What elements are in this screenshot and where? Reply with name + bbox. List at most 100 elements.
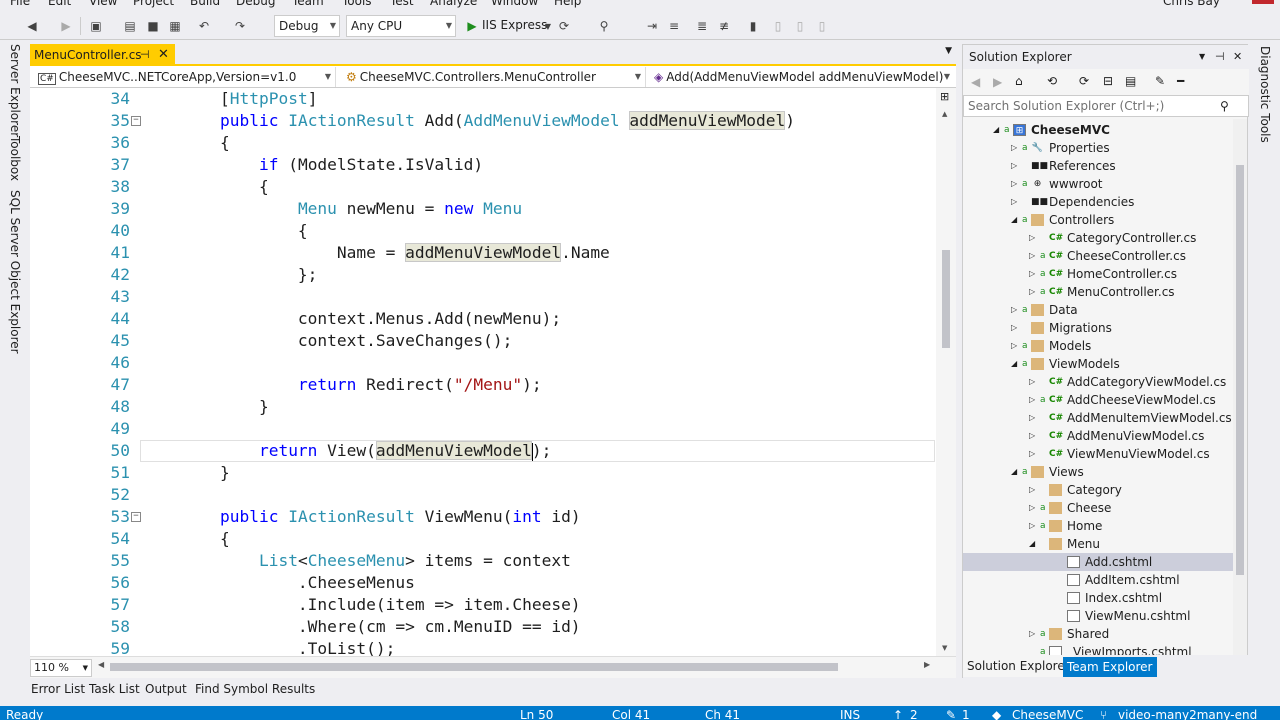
new-project-icon[interactable]: ▣ [88,18,104,34]
pin-icon[interactable]: ⊣ [1215,45,1225,69]
solution-explorer-scroll-thumb[interactable] [1236,165,1244,575]
find-icon[interactable]: ⚲ [596,18,612,34]
editor-horizontal-scroll-thumb[interactable] [110,663,838,671]
expand-arrow-icon[interactable]: ▷ [1011,175,1017,193]
user-name[interactable]: Chris Bay [1163,0,1220,8]
code-line[interactable]: 51 } [30,462,936,484]
save-all-icon[interactable]: ▦ [167,18,183,34]
expand-arrow-icon[interactable]: ▷ [1029,391,1035,409]
expand-arrow-icon[interactable]: ▷ [1011,157,1017,175]
project-context-select[interactable]: C# CheeseMVC..NETCoreApp,Version=v1.0 ▼ [34,67,336,87]
show-all-files-icon[interactable]: ▤ [1125,74,1136,88]
menu-help[interactable]: Help [554,0,581,8]
refresh-icon[interactable]: ⟳ [1079,74,1089,88]
home-icon[interactable]: ⌂ [1015,74,1023,88]
tree-item[interactable]: ▷ a C# HomeController.cs [963,265,1233,283]
tree-item[interactable]: ▷ a Cheese [963,499,1233,517]
forward-icon[interactable]: ▶ [993,75,1002,89]
tab-output[interactable]: Output [145,682,187,696]
tree-item[interactable]: ▷ C# ViewMenuViewModel.cs [963,445,1233,463]
tree-item[interactable]: ◢ Menu [963,535,1233,553]
collapse-outline-icon[interactable]: − [131,116,141,126]
tab-menucontroller[interactable]: MenuController.cs ⊣ ✕ [30,44,175,66]
diagnostic-tools-tab[interactable]: Diagnostic Tools [1258,46,1272,143]
tree-item[interactable]: ▷ a C# AddCheeseViewModel.cs [963,391,1233,409]
tree-item[interactable]: ▷ C# AddMenuItemViewModel.cs [963,409,1233,427]
prev-bookmark-icon[interactable]: ▯ [770,18,786,34]
member-select[interactable]: ◈ Add(AddMenuViewModel addMenuViewModel) … [650,67,954,87]
collapse-all-icon[interactable]: ⊟ [1103,74,1113,88]
close-icon[interactable]: ✕ [1233,45,1242,69]
scroll-down-icon[interactable]: ▼ [942,644,947,652]
tab-team-explorer[interactable]: Team Explorer [1063,657,1157,677]
tree-item[interactable]: ▷ a C# CheeseController.cs [963,247,1233,265]
code-line[interactable]: 48 } [30,396,936,418]
preview-icon[interactable]: ━ [1177,74,1184,88]
redo-icon[interactable]: ↷ [232,18,248,34]
scroll-left-icon[interactable]: ◀ [98,660,104,669]
comment-icon[interactable]: ≣ [694,18,710,34]
menu-project[interactable]: Project [133,0,174,8]
expand-arrow-icon[interactable]: ▷ [1029,481,1035,499]
expand-arrow-icon[interactable]: ▷ [1011,139,1017,157]
menu-team[interactable]: Team [292,0,324,8]
tree-item[interactable]: ▷ ■■ Dependencies [963,193,1233,211]
tree-item[interactable]: ▷ a Home [963,517,1233,535]
code-line[interactable]: 42 }; [30,264,936,286]
search-icon[interactable]: ⚲ [1220,96,1229,116]
platform-select[interactable]: Any CPU ▼ [346,15,456,37]
status-branch[interactable]: video-many2many-end [1118,708,1257,720]
open-file-icon[interactable]: ▤ [122,18,138,34]
code-line[interactable]: 50 return View(addMenuViewModel); [30,440,936,462]
tab-find-symbol-results[interactable]: Find Symbol Results [195,682,315,696]
branch-icon[interactable]: ⑂ [1100,708,1107,720]
tree-item[interactable]: ▷ C# CategoryController.cs [963,229,1233,247]
menu-file[interactable]: File [10,0,30,8]
solution-explorer-search-input[interactable]: Search Solution Explorer (Ctrl+;) ⚲ [963,95,1249,117]
tab-task-list[interactable]: Task List [89,682,140,696]
tree-item[interactable]: ◢ a Controllers [963,211,1233,229]
scroll-up-icon[interactable]: ▲ [942,110,947,118]
expand-arrow-icon[interactable]: ▷ [1029,625,1035,643]
run-icon[interactable]: ▶ [464,18,480,34]
expand-arrow-icon[interactable]: ▷ [1029,427,1035,445]
code-line[interactable]: 45 context.SaveChanges(); [30,330,936,352]
collapse-arrow-icon[interactable]: ◢ [993,121,999,139]
expand-arrow-icon[interactable]: ▷ [1011,319,1017,337]
pin-icon[interactable]: ⊣ [140,44,150,66]
code-line[interactable]: 34 [HttpPost] [30,88,936,110]
tree-item[interactable]: ▷ Category [963,481,1233,499]
zoom-select[interactable]: 110 % ▼ [30,659,92,677]
code-line[interactable]: 35− public IActionResult Add(AddMenuView… [30,110,936,132]
menu-test[interactable]: Test [390,0,414,8]
step-icon[interactable]: ⇥ [644,18,660,34]
expand-arrow-icon[interactable]: ▷ [1029,283,1035,301]
tree-item[interactable]: ◢ a ViewModels [963,355,1233,373]
tree-item[interactable]: ◢ a ⊞ CheeseMVC [963,121,1233,139]
code-line[interactable]: 37 if (ModelState.IsValid) [30,154,936,176]
menu-view[interactable]: View [89,0,117,8]
tree-item[interactable]: ▷ a C# MenuController.cs [963,283,1233,301]
code-line[interactable]: 57 .Include(item => item.Cheese) [30,594,936,616]
next-bookmark-icon[interactable]: ▯ [792,18,808,34]
collapse-outline-icon[interactable]: − [131,512,141,522]
expand-arrow-icon[interactable]: ▷ [1011,301,1017,319]
code-line[interactable]: 54 { [30,528,936,550]
code-line[interactable]: 47 return Redirect("/Menu"); [30,374,936,396]
properties-icon[interactable]: ✎ [1155,74,1165,88]
refresh-icon[interactable]: ⟳ [556,18,572,34]
collapse-arrow-icon[interactable]: ◢ [1029,535,1035,553]
expand-arrow-icon[interactable]: ▷ [1011,193,1017,211]
code-line[interactable]: 53− public IActionResult ViewMenu(int id… [30,506,936,528]
status-project[interactable]: CheeseMVC [1012,708,1083,720]
tree-item[interactable]: ▷ ■■ References [963,157,1233,175]
menu-analyze[interactable]: Analyze [430,0,477,8]
back-icon[interactable]: ◀ [971,75,980,89]
uncomment-icon[interactable]: ≢ [716,18,732,34]
errors-count[interactable]: 1 [962,708,970,720]
tree-item[interactable]: ▷ C# AddMenuViewModel.cs [963,427,1233,445]
pending-changes-count[interactable]: 2 [910,708,918,720]
collapse-arrow-icon[interactable]: ◢ [1011,463,1017,481]
menu-tools[interactable]: Tools [342,0,372,8]
expand-arrow-icon[interactable]: ▷ [1029,247,1035,265]
